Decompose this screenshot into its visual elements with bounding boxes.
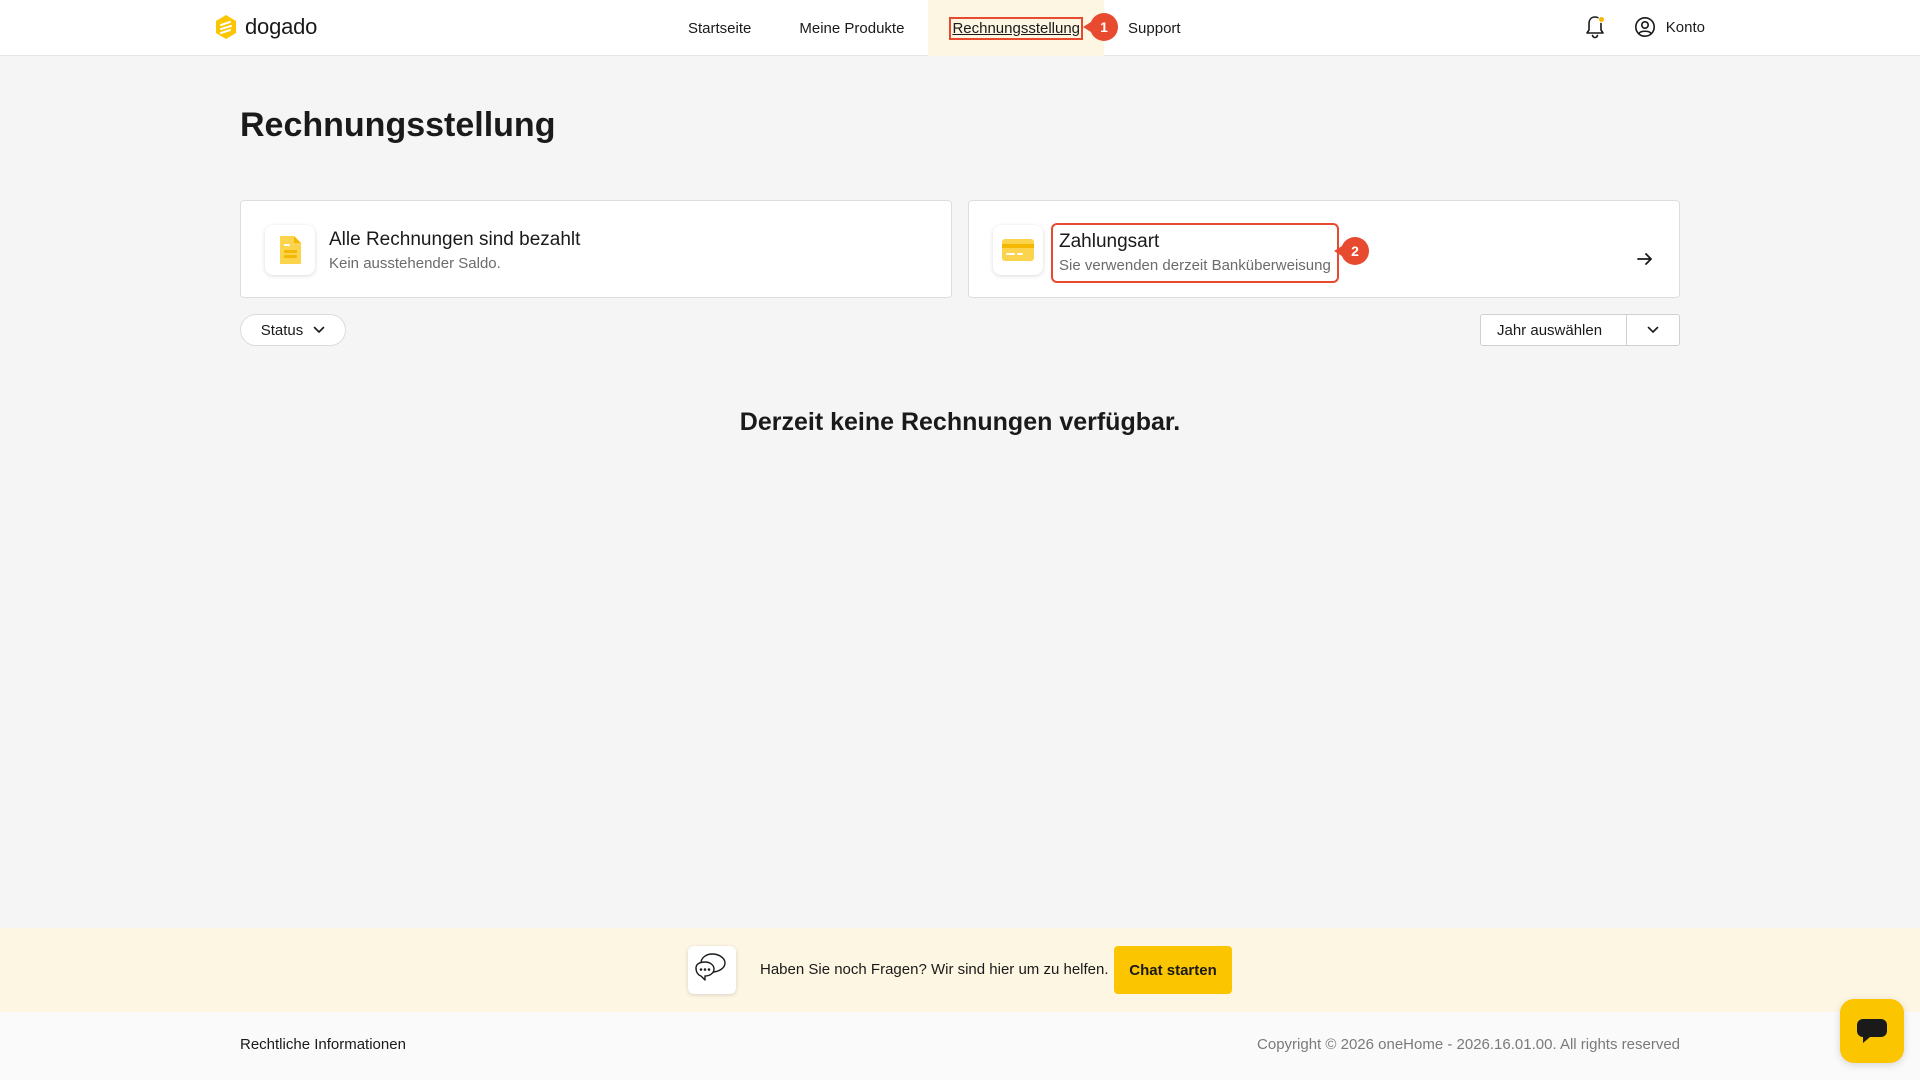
document-icon: [280, 236, 301, 264]
chat-bubbles-icon: [695, 953, 726, 981]
nav-rechnungsstellung[interactable]: Rechnungsstellung 1: [928, 0, 1119, 56]
page-title: Rechnungsstellung: [240, 106, 556, 144]
chevron-down-icon: [313, 326, 325, 333]
top-navigation-bar: dogado Startseite Meine Produkte Rechnun…: [0, 0, 1920, 56]
header-actions: Konto: [1584, 14, 1705, 40]
chat-launcher-button[interactable]: [1840, 999, 1904, 1063]
nav-label: Startseite: [688, 19, 752, 37]
chevron-down-icon: [1647, 326, 1659, 333]
logo-text: dogado: [245, 14, 318, 39]
card-subtitle: Kein ausstehender Saldo.: [329, 255, 501, 272]
account-label: Konto: [1665, 18, 1705, 36]
notification-dot: [1597, 16, 1605, 23]
footer: Rechtliche Informationen Copyright © 202…: [0, 1012, 1920, 1080]
nav-label: Support: [1128, 19, 1181, 37]
main-nav: Startseite Meine Produkte Rechnungsstell…: [664, 0, 1205, 56]
arrow-right-icon[interactable]: [1635, 249, 1655, 269]
annotation-badge-2: 2: [1334, 237, 1369, 265]
user-circle-icon: [1634, 17, 1655, 37]
chat-bubbles-icon-wrapper: [688, 946, 736, 994]
start-chat-button[interactable]: Chat starten: [1114, 946, 1232, 994]
status-filter-label: Status: [260, 321, 304, 339]
chat-icon: [1857, 1019, 1887, 1043]
year-select-label: Jahr auswählen: [1481, 315, 1627, 345]
dogado-logo[interactable]: dogado: [215, 14, 317, 40]
account-menu[interactable]: Konto: [1634, 16, 1705, 38]
help-text: Haben Sie noch Fragen? Wir sind hier um …: [760, 961, 1109, 978]
card-text: Alle Rechnungen sind bezahlt Kein ausste…: [329, 229, 580, 273]
nav-support[interactable]: Support: [1104, 0, 1205, 56]
payment-method-card[interactable]: Zahlungsart Sie verwenden derzeit Banküb…: [968, 200, 1680, 298]
legal-information-link[interactable]: Rechtliche Informationen: [240, 1036, 406, 1053]
card-icon-wrapper: [265, 225, 315, 275]
card-title: Zahlungsart: [1059, 231, 1160, 252]
nav-label: Meine Produkte: [799, 19, 905, 37]
card-icon-wrapper: [993, 225, 1043, 275]
year-select-toggle[interactable]: [1627, 315, 1679, 345]
card-text: Zahlungsart Sie verwenden derzeit Banküb…: [1051, 223, 1339, 283]
nav-label: Rechnungsstellung: [949, 16, 1084, 40]
help-banner: Haben Sie noch Fragen? Wir sind hier um …: [0, 928, 1920, 1012]
notifications-button[interactable]: [1584, 14, 1606, 40]
invoice-status-card: Alle Rechnungen sind bezahlt Kein ausste…: [240, 200, 952, 298]
status-filter-button[interactable]: Status: [240, 314, 346, 346]
year-select[interactable]: Jahr auswählen: [1480, 314, 1680, 346]
card-title: Alle Rechnungen sind bezahlt: [329, 229, 581, 250]
nav-startseite[interactable]: Startseite: [664, 0, 775, 56]
empty-invoices-message: Derzeit keine Rechnungen verfügbar.: [739, 408, 1181, 436]
card-subtitle: Sie verwenden derzeit Banküberweisung: [1059, 257, 1331, 274]
dogado-logo-icon: [216, 15, 236, 39]
copyright-text: Copyright © 2026 oneHome - 2026.16.01.00…: [1257, 1036, 1680, 1053]
nav-meine-produkte[interactable]: Meine Produkte: [775, 0, 928, 56]
credit-card-icon: [1002, 239, 1034, 261]
